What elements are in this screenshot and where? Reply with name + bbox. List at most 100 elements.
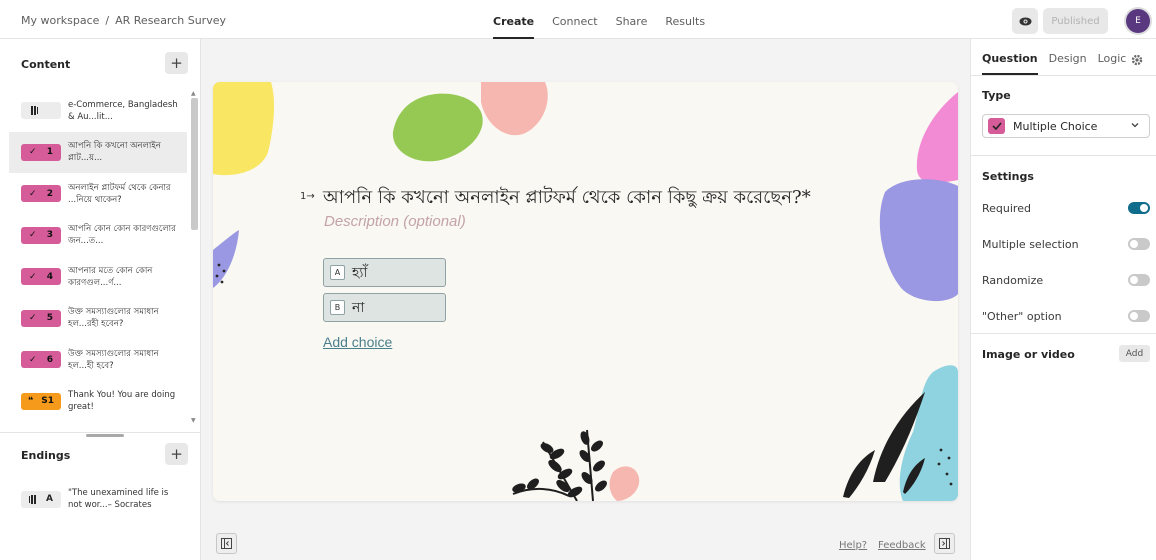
eye-icon: [1019, 17, 1031, 25]
list-item-text: আপনি কোন কোন কারণগুলোর জন...ত...: [68, 224, 176, 247]
multiple-choice-icon: [988, 118, 1005, 134]
chevron-down-icon: [1131, 123, 1139, 128]
setting-required: Required: [982, 201, 1150, 215]
list-item-question-6[interactable]: ✓ 6 উক্ত সমস্যাগুলোর সমাধান হল...হী হবে?: [9, 339, 187, 381]
scroll-up-icon[interactable]: ▲: [191, 90, 196, 97]
question-badge: ✓ 1: [21, 143, 61, 161]
publish-button[interactable]: Published: [1043, 8, 1108, 34]
panel-tabs: Question Design Logic: [982, 39, 1126, 75]
choice-label[interactable]: না: [352, 296, 364, 320]
ending-letter: A: [46, 494, 53, 504]
content-heading: Content: [21, 58, 71, 71]
content-sidebar: Content + e-Commerce, Bangladesh & Au...…: [0, 39, 201, 560]
top-tabs: Create Connect Share Results: [493, 0, 705, 39]
question-number: 4: [46, 271, 53, 282]
list-item-welcome[interactable]: e-Commerce, Bangladesh & Au...lit...: [9, 90, 187, 132]
gear-icon[interactable]: [1131, 51, 1143, 70]
add-image-button[interactable]: Add: [1119, 345, 1150, 362]
randomize-toggle[interactable]: [1128, 274, 1150, 286]
statement-number: S1: [41, 396, 54, 407]
tab-connect[interactable]: Connect: [552, 0, 597, 39]
avatar[interactable]: E: [1126, 9, 1150, 33]
list-item-ending-a[interactable]: A "The unexamined life is not wor...– So…: [21, 487, 180, 511]
question-number: 3: [46, 230, 53, 241]
setting-other-option: "Other" option: [982, 309, 1150, 323]
scroll-down-icon[interactable]: ▼: [191, 417, 196, 424]
list-item-text: উক্ত সমস্যাগুলোর সমাধান হল...রহী হবেন?: [68, 307, 159, 330]
breadcrumb: My workspace / AR Research Survey: [21, 14, 226, 27]
tab-logic[interactable]: Logic: [1098, 39, 1127, 75]
required-toggle[interactable]: [1128, 202, 1150, 214]
choice-a[interactable]: A হ্যাঁ: [323, 258, 446, 287]
question-number: 2: [46, 188, 53, 199]
check-icon: ✓: [29, 354, 37, 365]
tab-question[interactable]: Question: [982, 39, 1038, 75]
breadcrumb-separator: /: [105, 14, 110, 27]
question-canvas: 1→ আপনি কি কখনো অনলাইন প্লাটফর্ম থেকে কো…: [213, 82, 958, 501]
sidebar-divider: [0, 432, 200, 433]
setting-label: "Other" option: [982, 309, 1062, 323]
description-input[interactable]: Description (optional): [324, 213, 466, 230]
question-number: 6: [46, 354, 53, 365]
choice-b[interactable]: B না: [323, 293, 446, 322]
setting-label: Randomize: [982, 273, 1044, 287]
list-item-text: অনলাইন প্লাটফর্ম থেকে কেনার ...নিয়ে থাক…: [68, 182, 171, 205]
question-type-value: Multiple Choice: [1013, 119, 1098, 133]
choice-label[interactable]: হ্যাঁ: [352, 261, 367, 285]
properties-panel: Question Design Logic Type Multiple Choi…: [970, 39, 1156, 560]
check-icon: ✓: [29, 271, 37, 282]
question-type-select[interactable]: Multiple Choice: [982, 114, 1150, 138]
add-choice-link[interactable]: Add choice: [323, 334, 392, 350]
question-badge: ✓ 2: [21, 185, 61, 203]
list-item-question-2[interactable]: ✓ 2 অনলাইন প্লাটফর্ম থেকে কেনার ...নিয়ে …: [9, 173, 187, 215]
resize-handle[interactable]: [86, 434, 124, 437]
list-item-text: Thank You! You are doing great!: [68, 390, 176, 413]
list-item-question-1[interactable]: ✓ 1 আপনি কি কখনো অনলাইন প্লাট...য়...: [9, 131, 187, 173]
check-icon: ✓: [29, 188, 37, 199]
welcome-badge: [21, 102, 61, 120]
quote-icon: ❝: [27, 396, 34, 407]
multiple-selection-toggle[interactable]: [1128, 238, 1150, 250]
tab-design[interactable]: Design: [1049, 39, 1087, 75]
question-number: 5: [46, 313, 53, 324]
decorative-background: [213, 82, 958, 501]
top-bar: My workspace / AR Research Survey Create C…: [0, 0, 1156, 39]
question-title[interactable]: আপনি কি কখনো অনলাইন প্লাটফর্ম থেকে কোন ক…: [323, 183, 811, 214]
statement-badge: ❝ S1: [21, 392, 61, 410]
list-item-text: উক্ত সমস্যাগুলোর সমাধান হল...হী হবে?: [68, 348, 159, 371]
check-icon: ✓: [29, 147, 37, 158]
tab-create[interactable]: Create: [493, 0, 535, 39]
panel-divider: [971, 333, 1156, 334]
setting-multiple-selection: Multiple selection: [982, 237, 1150, 251]
preview-button[interactable]: [1012, 8, 1038, 34]
setting-randomize: Randomize: [982, 273, 1150, 287]
help-link[interactable]: Help?: [839, 540, 867, 551]
question-badge: ✓ 6: [21, 351, 61, 369]
question-number-label: 1→: [300, 191, 315, 202]
list-item-text: e-Commerce, Bangladesh & Au...lit...: [68, 99, 178, 122]
question-number: 1: [46, 147, 53, 158]
other-option-toggle[interactable]: [1128, 310, 1150, 322]
list-item-question-5[interactable]: ✓ 5 উক্ত সমস্যাগুলোর সমাধান হল...রহী হবেন…: [9, 298, 187, 340]
add-content-button[interactable]: +: [165, 52, 188, 74]
settings-label: Settings: [982, 170, 1034, 183]
collapse-right-panel-button[interactable]: [934, 533, 955, 554]
panel-left-icon: [221, 538, 232, 549]
panel-divider: [971, 155, 1156, 156]
list-item-question-3[interactable]: ✓ 3 আপনি কোন কোন কারণগুলোর জন...ত...: [9, 215, 187, 257]
list-item-question-4[interactable]: ✓ 4 আপনার মতে কোন কোন কারণগুল...র্ণ...: [9, 256, 187, 298]
scrollbar-thumb[interactable]: [191, 98, 198, 230]
feedback-link[interactable]: Feedback: [878, 540, 926, 551]
collapse-left-panel-button[interactable]: [216, 533, 237, 554]
add-ending-button[interactable]: +: [165, 443, 188, 465]
content-scrollbar[interactable]: ▲ ▼: [189, 90, 199, 424]
list-item-text: আপনার মতে কোন কোন কারণগুল...র্ণ...: [68, 265, 153, 288]
choice-key: A: [330, 265, 345, 280]
breadcrumb-form-name[interactable]: AR Research Survey: [115, 14, 226, 27]
list-item-statement-s1[interactable]: ❝ S1 Thank You! You are doing great!: [9, 381, 187, 423]
tab-results[interactable]: Results: [665, 0, 705, 39]
check-icon: ✓: [29, 230, 37, 241]
breadcrumb-workspace[interactable]: My workspace: [21, 14, 99, 27]
tab-share[interactable]: Share: [616, 0, 648, 39]
panel-divider: [971, 75, 1156, 76]
